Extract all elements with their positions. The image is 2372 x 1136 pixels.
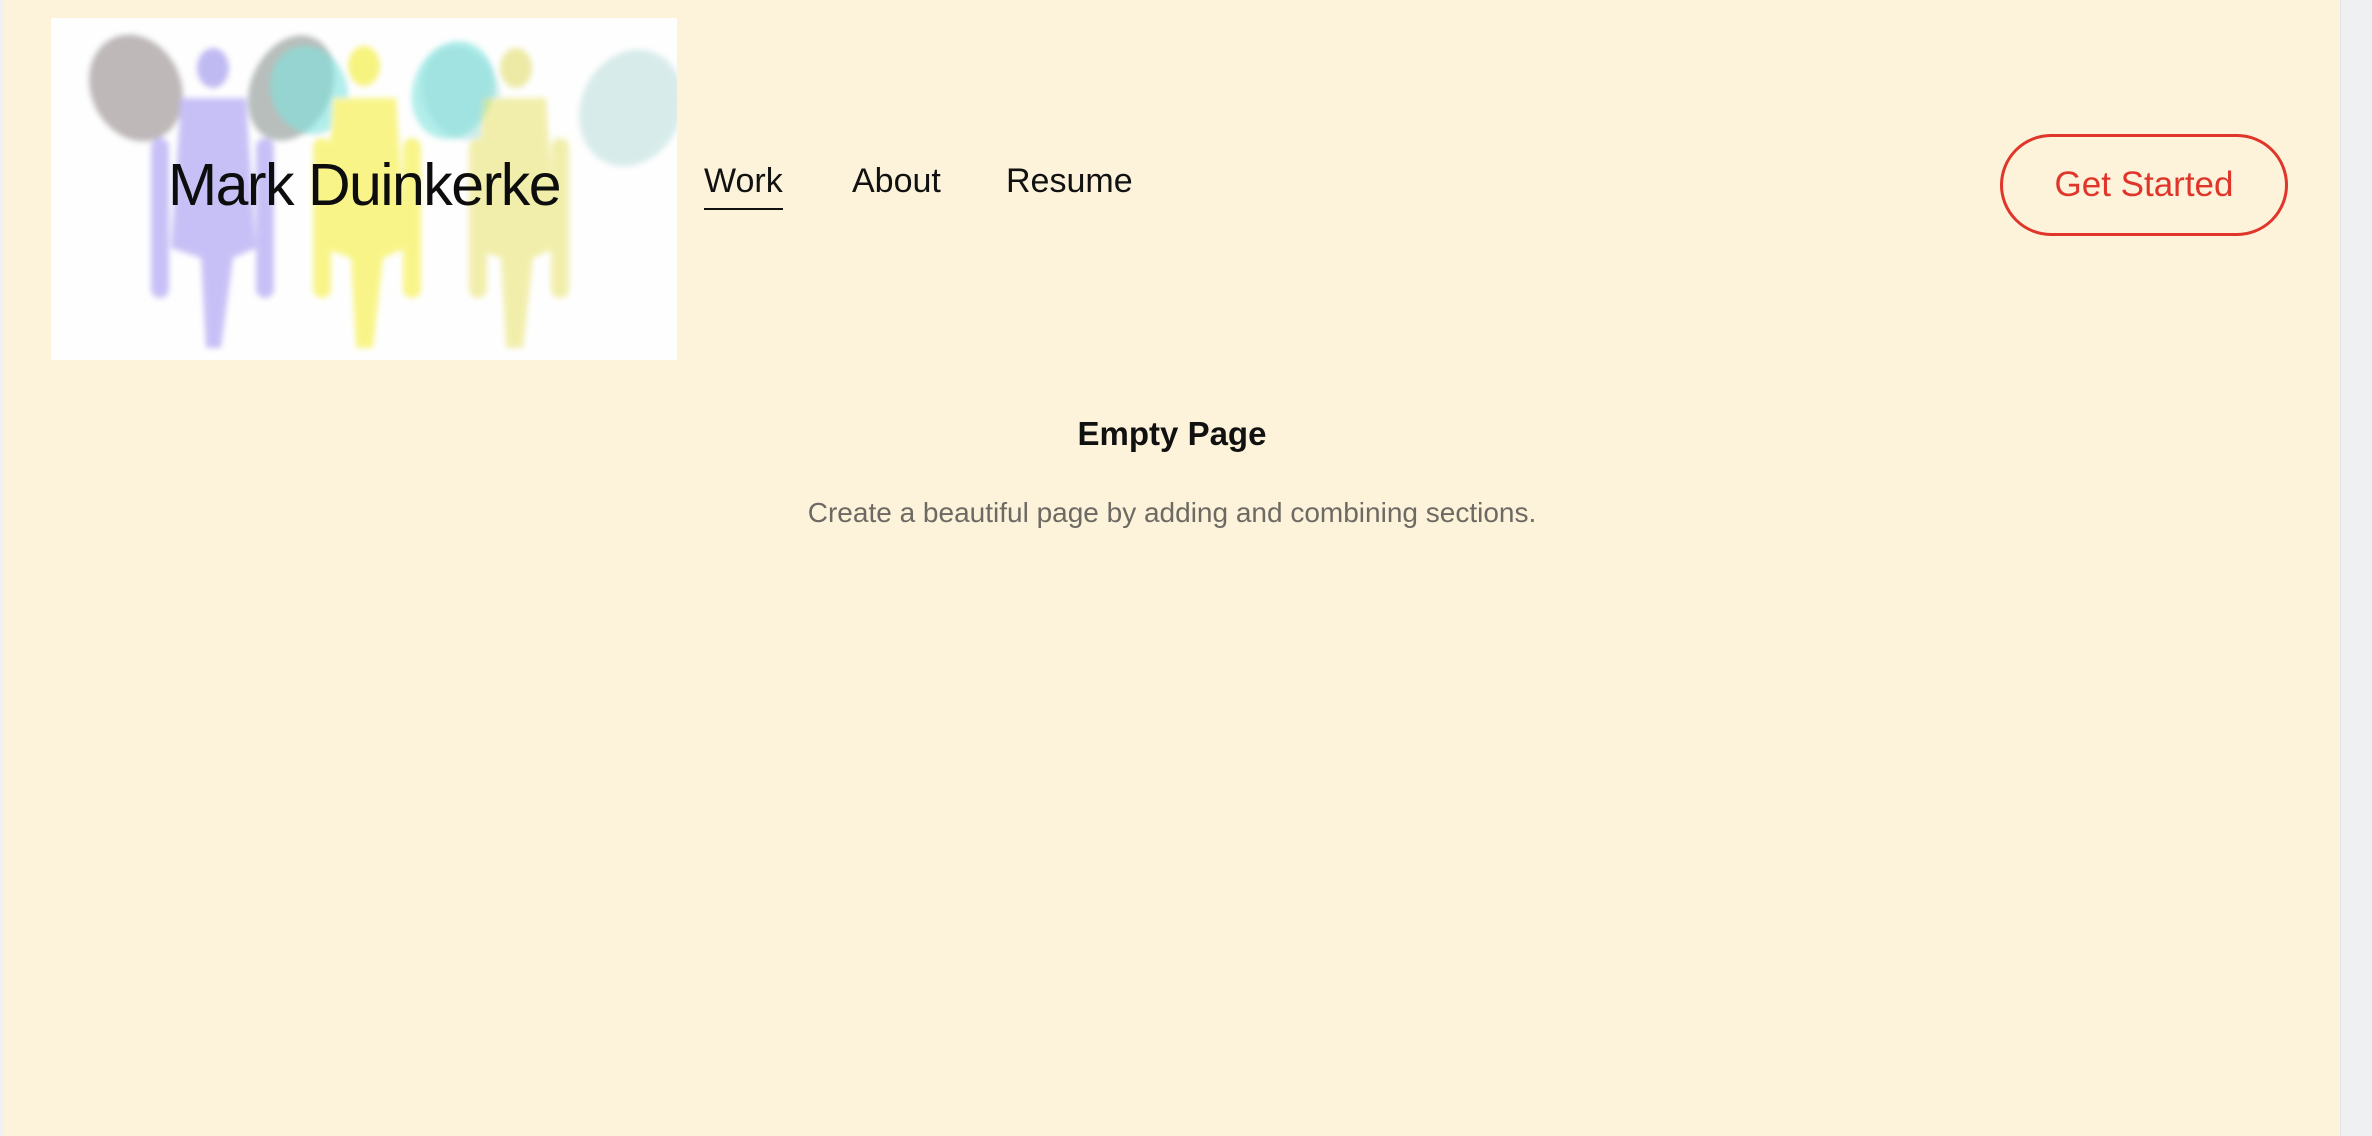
logo-wordmark: Mark Duinkerke — [167, 152, 562, 218]
page-title: Empty Page — [1077, 415, 1267, 452]
site-logo[interactable]: Mark Duinkerke — [51, 18, 677, 360]
nav-link-resume[interactable]: Resume — [1006, 164, 1133, 208]
nav-link-work[interactable]: Work — [704, 164, 783, 210]
page-subtitle: Create a beautiful page by adding and co… — [807, 497, 1537, 528]
nav-link-about[interactable]: About — [852, 164, 941, 208]
window-edge — [2340, 0, 2372, 1136]
page: Mark Duinkerke Work About Resume Get Sta… — [4, 0, 2340, 1136]
get-started-button[interactable]: Get Started — [2000, 134, 2288, 236]
